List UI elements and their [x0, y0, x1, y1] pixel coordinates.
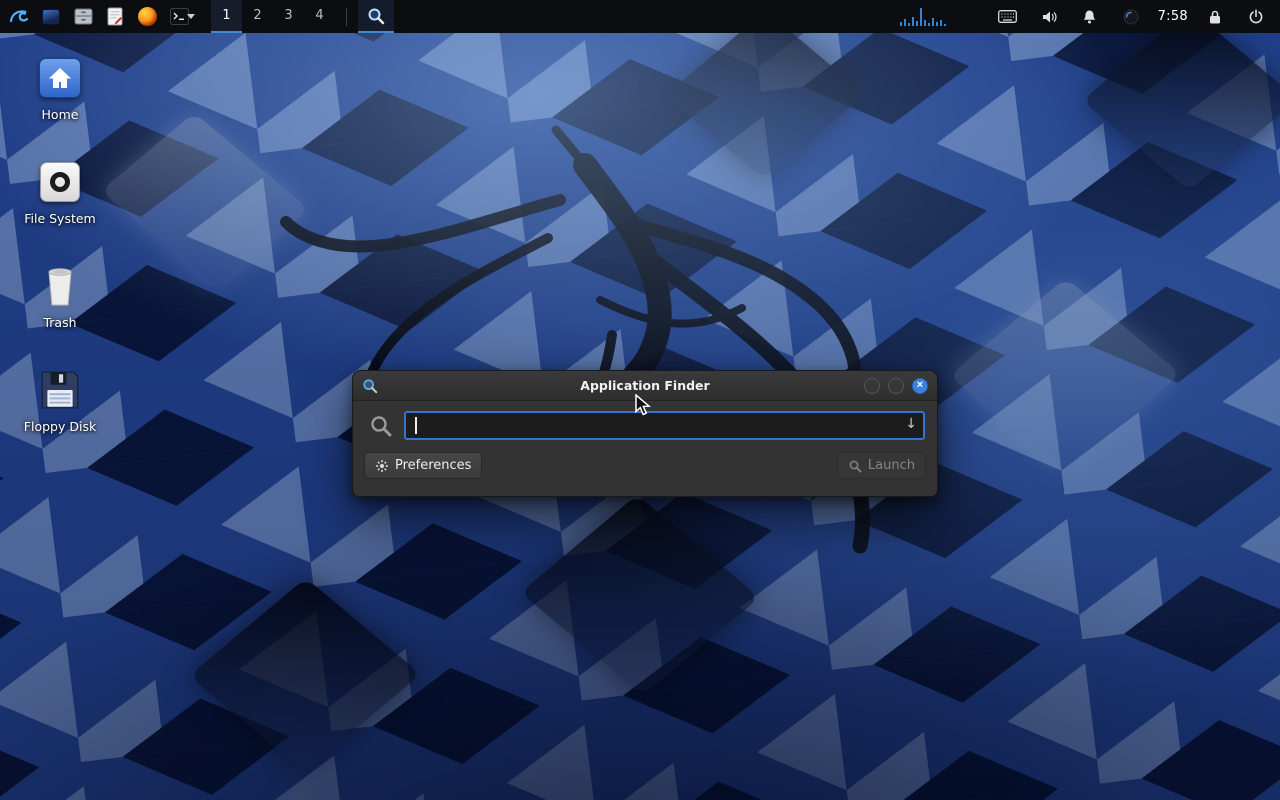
text-caret	[415, 417, 417, 434]
text-editor-icon	[107, 7, 123, 26]
desktop-icon-label: Home	[12, 107, 108, 122]
search-input-wrap	[404, 411, 925, 440]
keyboard-indicator[interactable]	[994, 0, 1022, 33]
desktop-icon-home[interactable]: Home	[12, 54, 108, 122]
workspace-label: 4	[315, 8, 323, 23]
minimize-button[interactable]	[864, 378, 880, 394]
keyboard-icon	[998, 10, 1017, 23]
window-controls: ×	[864, 378, 928, 394]
application-finder-icon	[367, 7, 385, 25]
workspace-label: 3	[284, 8, 292, 23]
search-icon	[369, 414, 393, 438]
status-circle-icon	[1123, 9, 1139, 25]
application-finder-window: Application Finder ×	[352, 370, 938, 497]
volume-control[interactable]	[1035, 0, 1063, 33]
gear-icon	[375, 459, 389, 473]
launch-label: Launch	[868, 458, 915, 473]
workspace-label: 2	[253, 8, 261, 23]
file-system-icon	[40, 162, 80, 202]
workspace-button-1[interactable]: 1	[211, 0, 242, 33]
window-app-launcher[interactable]	[37, 0, 65, 33]
notifications-button[interactable]	[1076, 0, 1104, 33]
kali-menu-icon	[8, 6, 30, 28]
workspace-button-4[interactable]: 4	[304, 0, 335, 33]
search-input[interactable]	[406, 413, 923, 438]
desktop-icon-floppy-disk[interactable]: Floppy Disk	[12, 366, 108, 434]
chevron-down-icon	[187, 14, 195, 19]
application-finder-icon	[362, 378, 378, 394]
button-row: Preferences Launch	[353, 452, 937, 479]
close-button[interactable]: ×	[912, 378, 928, 394]
firefox-icon	[138, 7, 157, 26]
desktop-icon-label: Floppy Disk	[12, 419, 108, 434]
preferences-button[interactable]: Preferences	[364, 452, 482, 479]
search-row	[353, 401, 937, 440]
panel-separator	[346, 8, 347, 26]
workspace-button-3[interactable]: 3	[273, 0, 304, 33]
system-monitor-graph[interactable]	[897, 6, 981, 28]
volume-icon	[1041, 9, 1057, 25]
file-manager-icon	[74, 8, 93, 25]
panel-clock[interactable]: 7:58	[1158, 9, 1188, 24]
preferences-label: Preferences	[395, 458, 471, 473]
maximize-button[interactable]	[888, 378, 904, 394]
desktop-screen: 1 2 3 4	[0, 0, 1280, 800]
kali-menu-button[interactable]	[5, 0, 33, 33]
logout-button[interactable]	[1242, 0, 1270, 33]
panel-right: 7:58	[897, 0, 1280, 33]
window-title: Application Finder	[353, 378, 937, 393]
notifications-bell-icon	[1082, 9, 1097, 25]
window-app-icon	[42, 9, 60, 25]
workspace-button-2[interactable]: 2	[242, 0, 273, 33]
text-editor-launcher[interactable]	[101, 0, 129, 33]
status-indicator[interactable]	[1117, 0, 1145, 33]
home-icon	[39, 58, 81, 98]
launch-button[interactable]: Launch	[837, 452, 926, 479]
top-panel: 1 2 3 4	[0, 0, 1280, 33]
file-manager-launcher[interactable]	[69, 0, 97, 33]
firefox-launcher[interactable]	[133, 0, 161, 33]
desktop-icon-label: File System	[12, 211, 108, 226]
trash-icon	[42, 265, 78, 307]
lock-screen-button[interactable]	[1201, 0, 1229, 33]
floppy-disk-icon	[39, 369, 81, 411]
desktop-icon-file-system[interactable]: File System	[12, 158, 108, 226]
taskbar-application-finder[interactable]	[358, 0, 394, 33]
launch-icon	[848, 459, 862, 473]
workspace-switcher: 1 2 3 4	[211, 0, 335, 33]
workspace-label: 1	[222, 8, 230, 23]
lock-icon	[1208, 9, 1222, 25]
panel-left: 1 2 3 4	[0, 0, 394, 33]
desktop-icon-trash[interactable]: Trash	[12, 262, 108, 330]
logout-icon	[1248, 9, 1264, 25]
terminal-launcher[interactable]	[165, 0, 199, 33]
titlebar[interactable]: Application Finder ×	[353, 371, 937, 401]
desktop-icon-label: Trash	[12, 315, 108, 330]
